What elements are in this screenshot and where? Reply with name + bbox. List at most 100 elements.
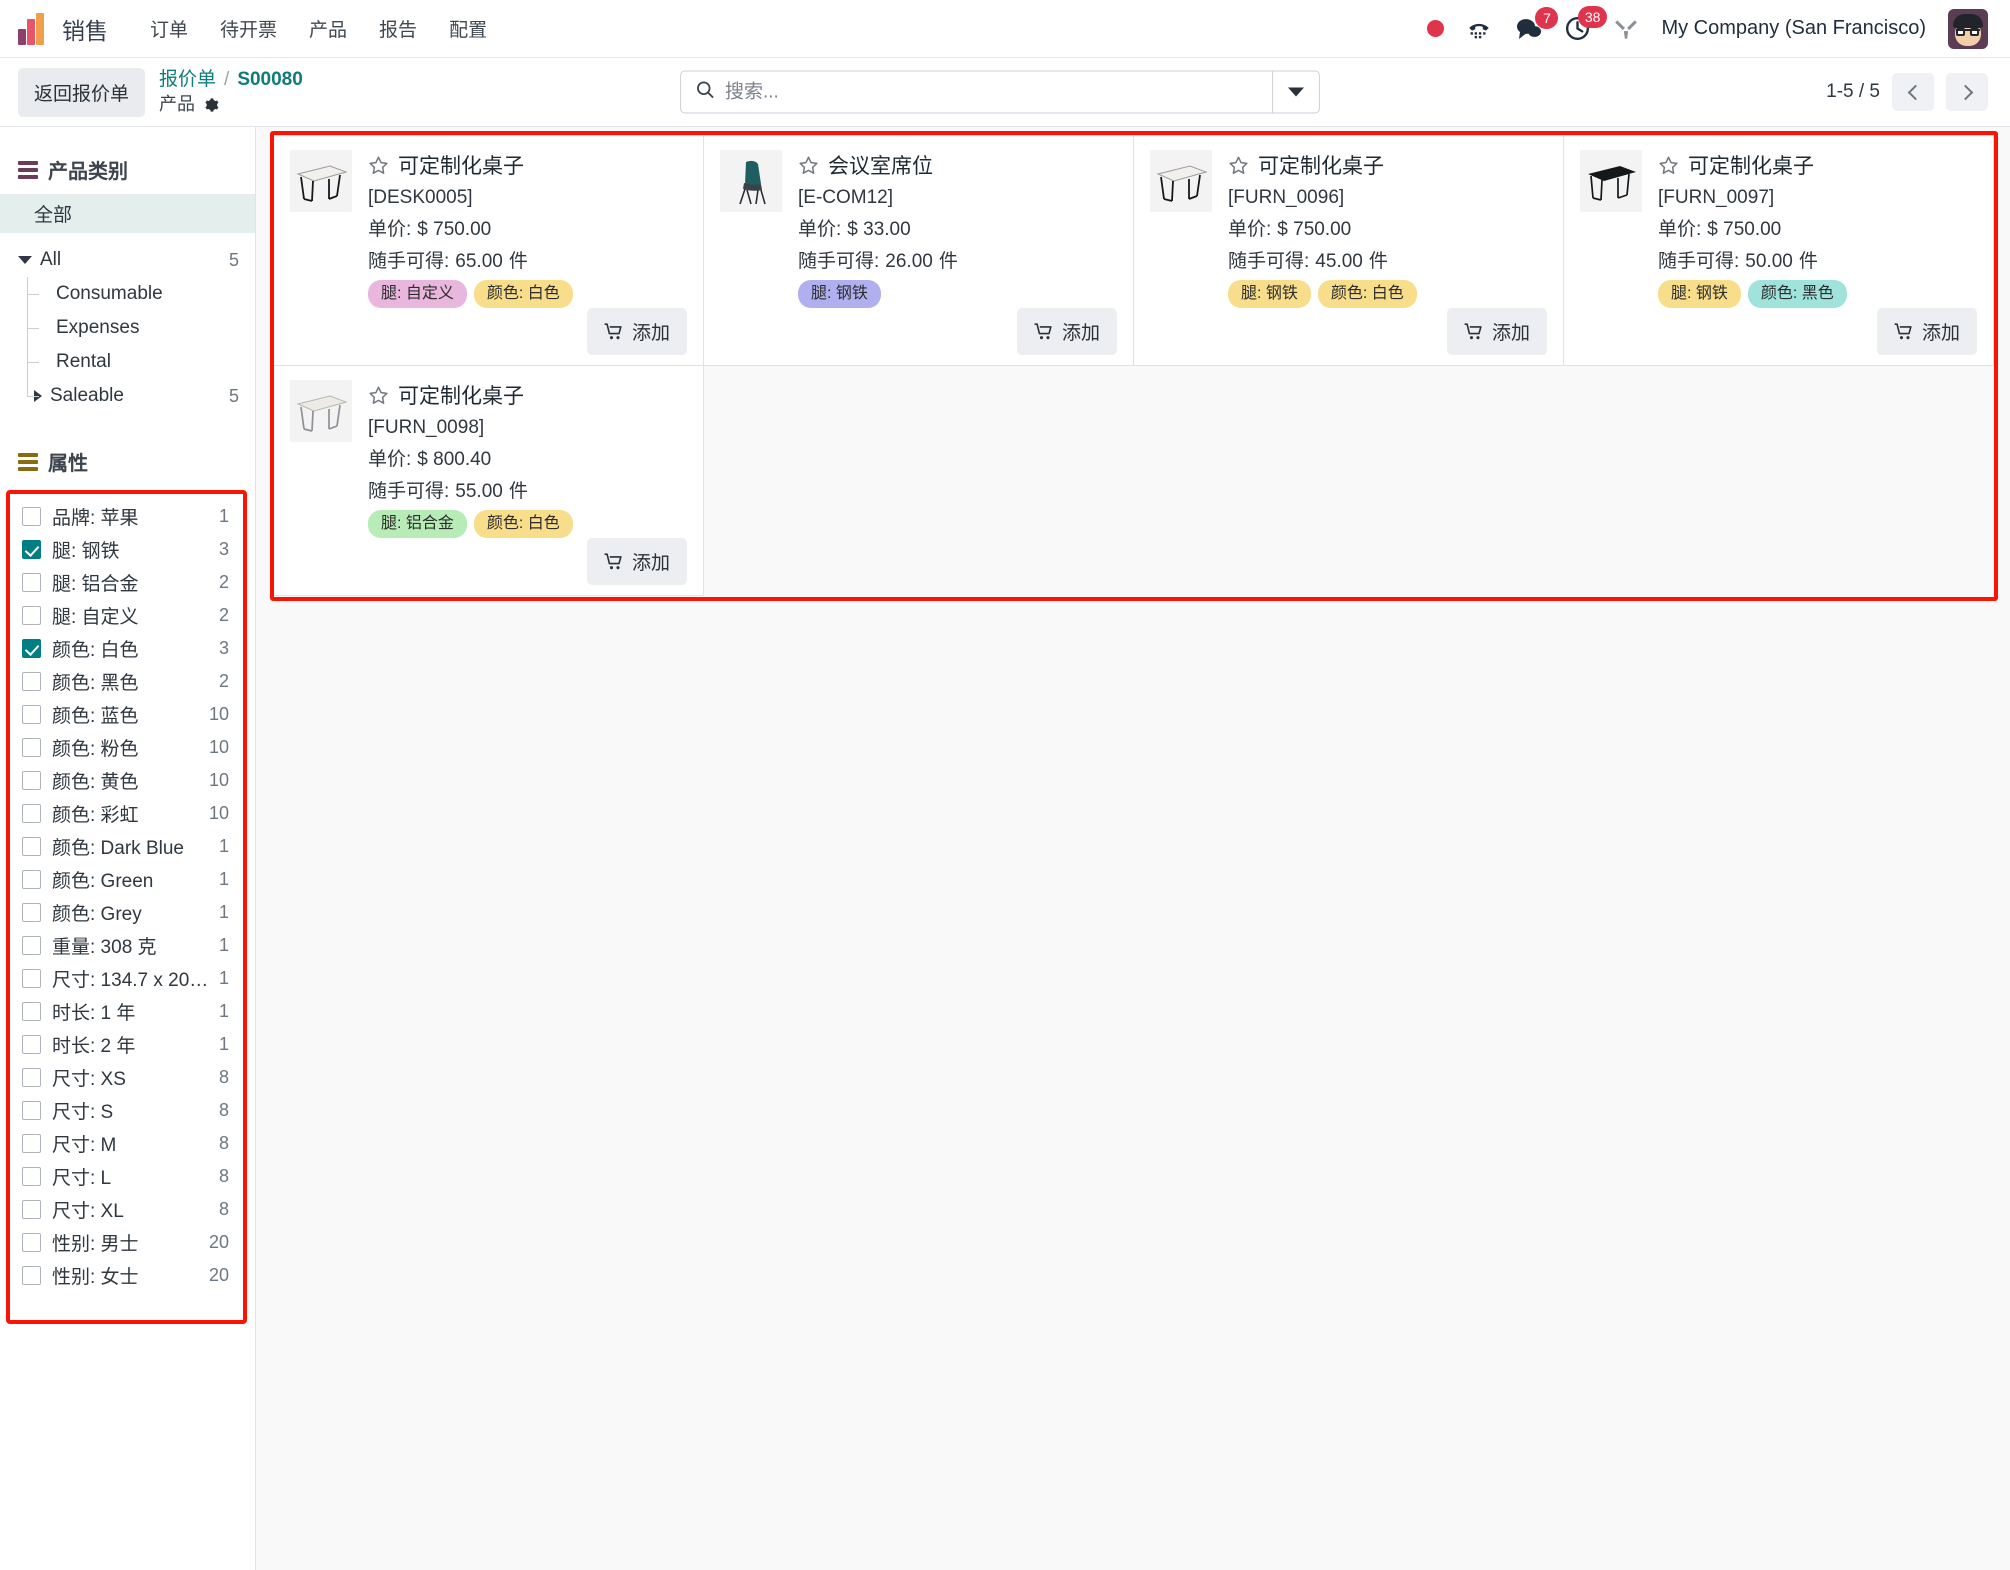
attribute-filter-row[interactable]: 尺寸: XS 8 [14,1061,239,1094]
company-name[interactable]: My Company (San Francisco) [1661,17,1926,40]
sidebar-item-category-consumable[interactable]: Consumable [0,277,255,311]
search-dropdown-toggle[interactable] [1272,71,1319,113]
attribute-filter-row[interactable]: 性别: 女士 20 [14,1259,239,1292]
add-to-order-button[interactable]: 添加 [1016,308,1117,355]
add-to-order-button[interactable]: 添加 [1876,308,1977,355]
favorite-star-icon[interactable] [798,155,819,176]
favorite-star-icon[interactable] [368,155,389,176]
phone-keypad-icon[interactable] [1466,16,1492,42]
record-dot-icon[interactable] [1427,20,1445,37]
attribute-filter-row[interactable]: 尺寸: XL 8 [14,1193,239,1226]
product-card[interactable]: 可定制化桌子 [FURN_0098] 单价: $ 800.40 随手可得: 55.00 件腿… [273,365,704,596]
menu-item-orders[interactable]: 订单 [134,9,204,48]
attribute-checkbox[interactable] [22,1068,41,1087]
on-hand-label: 随手可得: [368,251,450,272]
attribute-checkbox[interactable] [22,804,41,823]
attribute-checkbox[interactable] [22,507,41,526]
sidebar-category-label: Saleable [50,385,124,406]
attribute-checkbox[interactable] [22,969,41,988]
attribute-filter-row[interactable]: 尺寸: 134.7 x 200 x 7.2 ... 1 [14,962,239,995]
attribute-filter-row[interactable]: 颜色: Green 1 [14,863,239,896]
attribute-checkbox[interactable] [22,903,41,922]
attribute-checkbox[interactable] [22,870,41,889]
product-card[interactable]: 会议室席位 [E-COM12] 单价: $ 33.00 随手可得: 26.00 件腿: 钢铁… [703,135,1134,366]
chevron-down-icon[interactable] [18,256,32,264]
clock-icon[interactable]: 38 [1564,6,1608,42]
sidebar-item-category-all[interactable]: All 5 [0,243,255,277]
favorite-star-icon[interactable] [1658,155,1679,176]
product-card[interactable]: 可定制化桌子 [FURN_0096] 单价: $ 750.00 随手可得: 45.00 件腿… [1133,135,1564,366]
attribute-count: 3 [218,638,229,658]
attribute-filter-row[interactable]: 尺寸: L 8 [14,1160,239,1193]
pager-next-button[interactable] [1946,73,1988,111]
attribute-filter-row[interactable]: 腿: 自定义 2 [14,599,239,632]
attribute-checkbox[interactable] [22,1002,41,1021]
attribute-checkbox[interactable] [22,1233,41,1252]
attribute-checkbox[interactable] [22,672,41,691]
attribute-checkbox[interactable] [22,1035,41,1054]
attribute-filter-row[interactable]: 颜色: Grey 1 [14,896,239,929]
attribute-checkbox[interactable] [22,1200,41,1219]
price-value: $ 800.40 [417,449,492,470]
attribute-filter-row[interactable]: 时长: 1 年 1 [14,995,239,1028]
attribute-checkbox[interactable] [22,540,41,559]
back-to-quotation-button[interactable]: 返回报价单 [18,67,146,117]
sidebar-item-category-expenses[interactable]: Expenses [0,311,255,345]
attribute-checkbox[interactable] [22,936,41,955]
attribute-checkbox[interactable] [22,1101,41,1120]
attribute-filter-row[interactable]: 颜色: 粉色 10 [14,731,239,764]
attribute-filter-row[interactable]: 颜色: 黑色 2 [14,665,239,698]
on-hand-label: 随手可得: [798,251,880,272]
menu-item-reporting[interactable]: 报告 [363,9,433,48]
menu-item-to-invoice[interactable]: 待开票 [204,9,293,48]
breadcrumb-order-number[interactable]: S00080 [237,68,303,92]
attribute-filter-row[interactable]: 颜色: 蓝色 10 [14,698,239,731]
menu-item-products[interactable]: 产品 [293,9,363,48]
attribute-filter-row[interactable]: 时长: 2 年 1 [14,1028,239,1061]
attribute-checkbox[interactable] [22,1134,41,1153]
add-to-order-button[interactable]: 添加 [586,308,687,355]
attribute-checkbox[interactable] [22,705,41,724]
attribute-checkbox[interactable] [22,1167,41,1186]
attribute-filter-row[interactable]: 腿: 铝合金 2 [14,566,239,599]
chat-bubble-icon[interactable]: 7 [1514,6,1559,42]
product-card[interactable]: 可定制化桌子 [DESK0005] 单价: $ 750.00 随手可得: 65.00 件腿:… [273,135,704,366]
attribute-filter-row[interactable]: 颜色: 彩虹 10 [14,797,239,830]
search-bar[interactable] [680,70,1320,114]
avatar[interactable] [1948,8,1988,49]
wrench-screwdriver-icon[interactable] [1613,16,1639,42]
attribute-filter-row[interactable]: 颜色: 白色 3 [14,632,239,665]
attribute-filter-row[interactable]: 品牌: 苹果 1 [14,500,239,533]
attribute-checkbox[interactable] [22,1266,41,1285]
odoo-logo-icon[interactable] [18,12,48,45]
sidebar-item-category-saleable[interactable]: Saleable 5 [0,379,255,413]
product-card[interactable]: 可定制化桌子 [FURN_0097] 单价: $ 750.00 随手可得: 50.00 件腿… [1563,135,1994,366]
attribute-filter-row[interactable]: 重量: 308 克 1 [14,929,239,962]
attribute-filter-row[interactable]: 颜色: Dark Blue 1 [14,830,239,863]
attribute-checkbox[interactable] [22,837,41,856]
search-input[interactable] [725,81,1272,103]
attribute-checkbox[interactable] [22,573,41,592]
breadcrumb-quotations[interactable]: 报价单 [159,68,216,92]
attribute-checkbox[interactable] [22,771,41,790]
add-to-order-button[interactable]: 添加 [586,538,687,585]
attribute-checkbox[interactable] [22,738,41,757]
product-tag-list: 腿: 钢铁 颜色: 白色 [1228,280,1547,308]
attribute-checkbox[interactable] [22,639,41,658]
menu-item-configuration[interactable]: 配置 [433,9,503,48]
attribute-filter-row[interactable]: 尺寸: S 8 [14,1094,239,1127]
sidebar-item-category-rental[interactable]: Rental [0,345,255,379]
add-to-order-button[interactable]: 添加 [1446,308,1547,355]
price-label: 单价: [368,449,412,470]
app-title[interactable]: 销售 [62,12,108,46]
attribute-filter-row[interactable]: 腿: 钢铁 3 [14,533,239,566]
gear-icon[interactable] [203,96,219,113]
attribute-filter-row[interactable]: 性别: 男士 20 [14,1226,239,1259]
favorite-star-icon[interactable] [368,385,389,406]
pager-previous-button[interactable] [1892,73,1934,111]
attribute-filter-row[interactable]: 颜色: 黄色 10 [14,764,239,797]
attribute-filter-row[interactable]: 尺寸: M 8 [14,1127,239,1160]
sidebar-item-all-filter[interactable]: 全部 [0,194,255,233]
attribute-checkbox[interactable] [22,606,41,625]
favorite-star-icon[interactable] [1228,155,1249,176]
